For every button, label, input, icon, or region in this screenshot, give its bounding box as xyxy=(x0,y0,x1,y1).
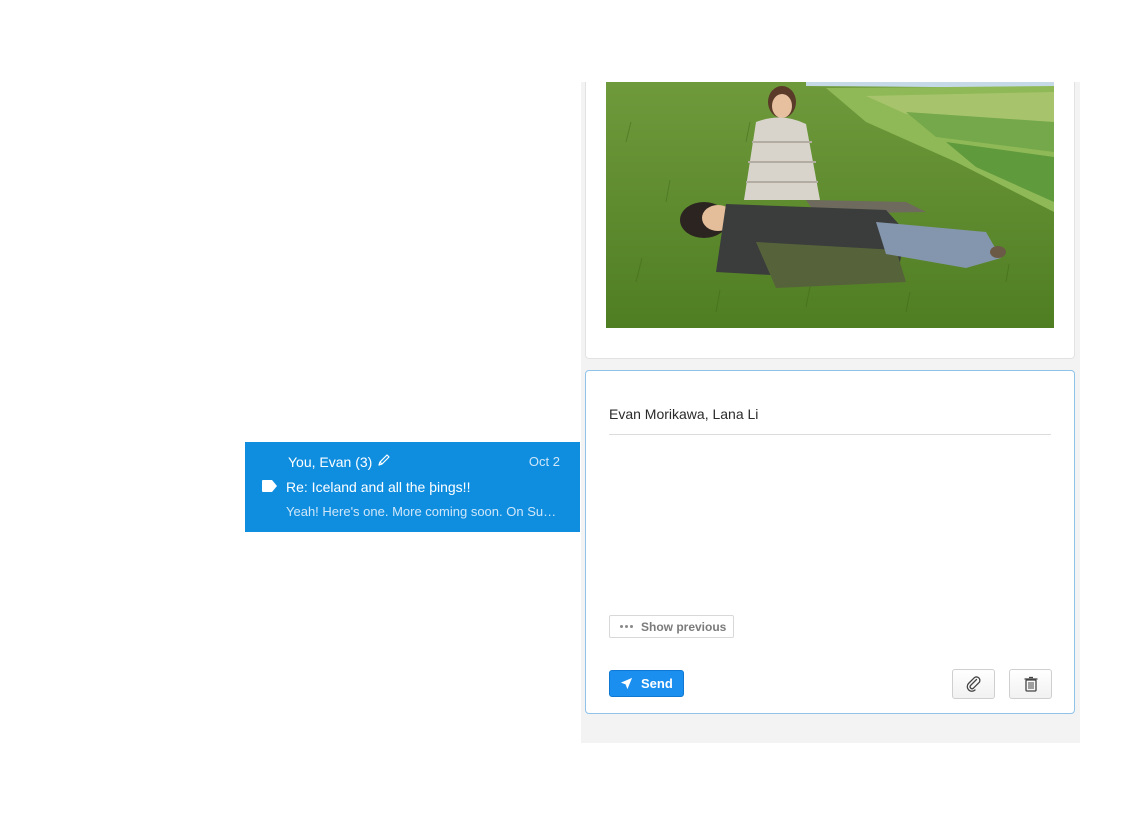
thread-snippet: Yeah! Here's one. More coming soon. On S… xyxy=(286,504,561,519)
divider xyxy=(609,434,1051,435)
thread-subject: Re: Iceland and all the þings!! xyxy=(286,479,471,495)
paper-plane-icon xyxy=(620,677,633,690)
attach-button[interactable] xyxy=(952,669,995,699)
send-label: Send xyxy=(641,676,673,691)
ellipsis-icon xyxy=(620,625,633,628)
paperclip-icon xyxy=(966,676,980,692)
thread-participants: You, Evan (3) xyxy=(288,453,373,470)
show-previous-button[interactable]: Show previous xyxy=(609,615,734,638)
thread-list-item[interactable]: You, Evan (3) Oct 2 Re: Iceland and all … xyxy=(245,442,580,532)
trash-icon xyxy=(1024,676,1037,692)
photo-image[interactable] xyxy=(606,82,1054,328)
tag-icon[interactable] xyxy=(261,479,278,493)
show-previous-label: Show previous xyxy=(641,619,727,634)
message-card xyxy=(585,82,1075,359)
pencil-icon xyxy=(377,453,391,470)
recipients-field[interactable]: Evan Morikawa, Lana Li xyxy=(609,406,758,422)
discard-button[interactable] xyxy=(1009,669,1052,699)
composer[interactable]: Evan Morikawa, Lana Li Show previous Sen… xyxy=(585,370,1075,714)
send-button[interactable]: Send xyxy=(609,670,684,697)
thread-date: Oct 2 xyxy=(528,454,560,469)
thread-participants-row: You, Evan (3) xyxy=(288,453,391,470)
